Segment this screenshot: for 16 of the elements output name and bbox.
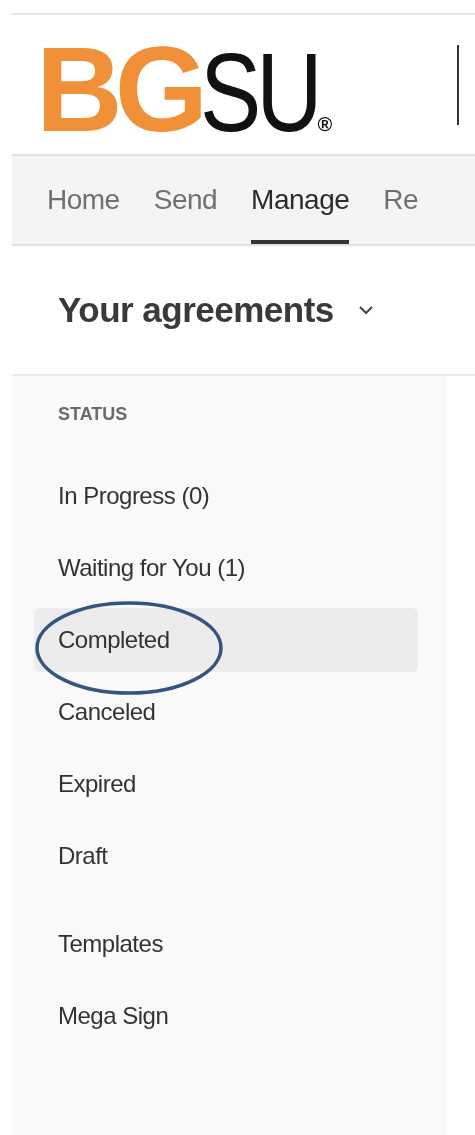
sidebar-item[interactable]: Templates [34, 912, 418, 976]
sidebar-item[interactable]: Completed [34, 608, 418, 672]
logo[interactable]: BGSU® [36, 28, 333, 149]
section-heading: STATUS [57, 404, 129, 426]
sidebar-item[interactable]: Mega Sign [34, 984, 418, 1048]
sidebar-item[interactable]: In Progress (0) [34, 464, 418, 528]
nav-tab[interactable]: Re [383, 156, 419, 244]
nav-tab[interactable]: Manage [251, 156, 350, 244]
sidebar-item[interactable]: Draft [34, 824, 418, 888]
nav-tab[interactable]: Send [153, 156, 218, 244]
chevron-icon [357, 305, 374, 315]
sidebar-item[interactable]: Expired [34, 752, 418, 816]
agreements-dropdown[interactable]: Your agreements [12, 290, 374, 330]
nav-tab[interactable]: Home [47, 156, 120, 244]
sidebar-item[interactable]: Waiting for You (1) [34, 536, 418, 600]
sidebar-item[interactable]: Canceled [34, 680, 418, 744]
